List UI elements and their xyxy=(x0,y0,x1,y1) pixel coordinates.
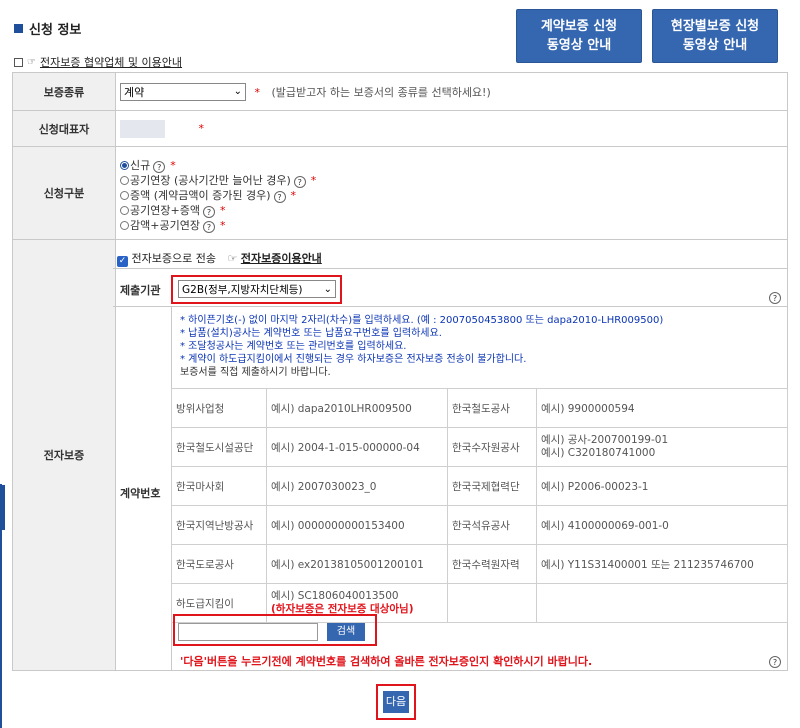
required-mark: * xyxy=(198,121,205,135)
radio-icon[interactable] xyxy=(120,221,129,230)
applicant-rep-row: 신청대표자 * xyxy=(12,110,788,147)
help-icon[interactable]: ? xyxy=(273,191,286,203)
help-icon[interactable]: ? xyxy=(202,221,215,233)
help-icon[interactable]: ? xyxy=(153,161,166,173)
checkbox-checked-icon[interactable]: ✓ xyxy=(117,256,128,267)
highlight-box xyxy=(173,614,377,646)
pointing-hand-icon: ☞ xyxy=(227,252,238,265)
square-bullet-icon xyxy=(14,24,23,33)
table-row: 한국마사회 예시) 2007030023_0 한국국제협력단 예시) P2006-00… xyxy=(171,466,788,506)
applicant-rep-label: 신청대표자 xyxy=(12,110,116,147)
application-type-row: 신청구분 신규? * 공기연장 (공사기간만 늘어난 경우)? * 증액 (계약금액… xyxy=(12,146,788,240)
radio-icon[interactable] xyxy=(120,191,129,200)
app-type-option[interactable]: 공기연장+증액? * xyxy=(120,203,786,218)
app-type-option[interactable]: 공기연장 (공사기간만 늘어난 경우)? * xyxy=(120,173,786,188)
radio-selected-icon[interactable] xyxy=(120,161,129,170)
table-row: 한국철도시설공단 예시) 2004-1-015-000000-04 한국수자원공사 예… xyxy=(171,427,788,467)
site-guarantee-video-button[interactable]: 현장별보증 신청 동영상 안내 xyxy=(652,9,778,63)
app-type-option[interactable]: 감액+공기연장? * xyxy=(120,218,786,233)
help-icon[interactable]: ? xyxy=(769,656,781,668)
highlight-box xyxy=(376,684,416,720)
contract-notes: * 하이픈기호(-) 없이 마지막 2자리(차수)를 입력하세요. (예 : 2… xyxy=(180,315,664,378)
warning-text: '다음'버튼을 누르기전에 계약번호를 검색하여 올바른 전자보증인지 확인하시… xyxy=(180,655,593,668)
table-row: 한국도로공사 예시) ex20138105001200101 한국수력원자력 예시) … xyxy=(171,544,788,584)
small-square-icon xyxy=(14,57,23,67)
section-title: 신청 정보 xyxy=(14,19,81,38)
guarantee-type-select[interactable]: 계약 ⌄ xyxy=(120,82,246,101)
required-mark: * xyxy=(254,85,261,99)
radio-icon[interactable] xyxy=(120,176,129,185)
contract-no-label: 계약번호 xyxy=(120,487,161,500)
left-edge-mark xyxy=(0,485,5,530)
table-row: 한국지역난방공사 예시) 0000000000153400 한국석유공사 예시) 41… xyxy=(171,505,788,545)
guarantee-type-row: 보증종류 계약 ⌄ * (발급받고자 하는 보증서의 종류를 선택하세요!) xyxy=(12,72,788,111)
chevron-down-icon: ⌄ xyxy=(233,86,242,97)
highlight-box xyxy=(171,275,342,304)
e-send-option[interactable]: ✓ 전자보증으로 전송 ☞ 전자보증이용안내 xyxy=(117,250,322,267)
guarantee-type-hint: (발급받고자 하는 보증서의 종류를 선택하세요!) xyxy=(271,85,491,99)
e-guarantee-label: 전자보증 xyxy=(12,239,116,671)
e-guarantee-partner-link[interactable]: ☞ 전자보증 협약업체 및 이용안내 xyxy=(14,54,182,70)
table-row: 방위사업청 예시) dapa2010LHR009500 한국철도공사 예시) 9900… xyxy=(171,388,788,428)
submit-org-label: 제출기관 xyxy=(120,284,161,297)
pointing-hand-icon: ☞ xyxy=(27,56,36,68)
applicant-rep-value xyxy=(120,119,165,138)
contract-guarantee-video-button[interactable]: 계약보증 신청 동영상 안내 xyxy=(516,9,642,63)
app-type-option[interactable]: 신규? * xyxy=(120,158,786,173)
guarantee-type-label: 보증종류 xyxy=(12,72,116,111)
app-type-option[interactable]: 증액 (계약금액이 증가된 경우)? * xyxy=(120,188,786,203)
help-icon[interactable]: ? xyxy=(769,292,781,304)
help-icon[interactable]: ? xyxy=(202,206,215,218)
application-type-label: 신청구분 xyxy=(12,146,116,240)
contract-example-table: 방위사업청 예시) dapa2010LHR009500 한국철도공사 예시) 9900… xyxy=(171,388,788,623)
help-icon[interactable]: ? xyxy=(293,176,306,188)
divider xyxy=(113,268,788,269)
radio-icon[interactable] xyxy=(120,206,129,215)
e-guide-link[interactable]: 전자보증이용안내 xyxy=(241,252,322,265)
divider xyxy=(113,306,788,307)
